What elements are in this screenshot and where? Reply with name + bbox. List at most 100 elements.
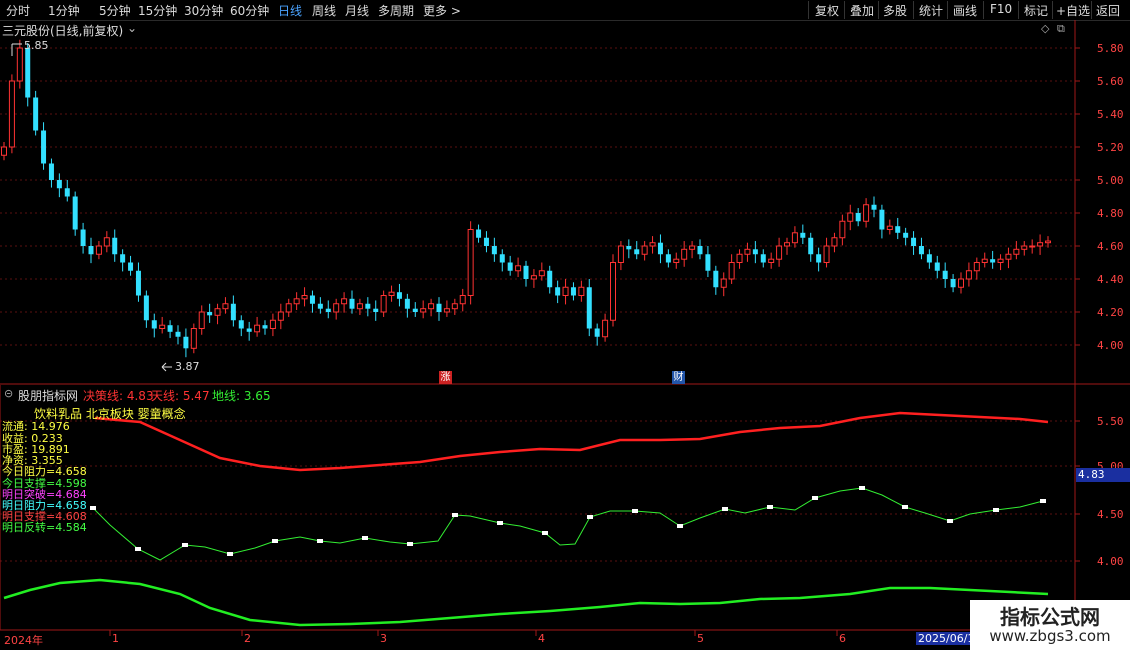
candle-body <box>610 262 616 321</box>
candle-body <box>317 303 323 309</box>
candle-body <box>871 204 877 210</box>
candle-body <box>198 311 205 329</box>
candle-body <box>491 246 497 255</box>
candle-body <box>396 292 402 299</box>
decision-marker <box>135 547 141 551</box>
decision-marker <box>542 531 548 535</box>
cursor-date-label: 2025/06/1 <box>916 632 977 645</box>
candle-body <box>459 295 466 305</box>
candle-body <box>990 259 996 263</box>
candle-body <box>768 258 775 264</box>
date-label: 2024年 <box>4 634 43 647</box>
current-value-marker: 4.83 <box>1076 468 1130 482</box>
candle-body <box>349 298 355 309</box>
candle-body <box>515 265 522 272</box>
candle-body <box>428 303 435 310</box>
candle-body <box>720 278 727 288</box>
indicator-title: 股朋指标网 <box>18 389 79 403</box>
candle-body <box>752 249 758 255</box>
candle-body <box>246 328 252 332</box>
sky-line-label: 天线: 5.47 <box>151 389 210 403</box>
indicator-series <box>3 411 1049 627</box>
collapse-icon[interactable]: ⊝ <box>4 387 13 400</box>
site-watermark: 指标公式网 www.zbgs3.com <box>970 600 1130 650</box>
y-tick: 5.80 <box>1097 42 1124 55</box>
date-label: 1 <box>112 632 119 645</box>
candle-body <box>388 291 395 297</box>
candle-body <box>641 245 648 255</box>
candle-body <box>736 253 743 263</box>
date-label: 3 <box>380 632 387 645</box>
candle-body <box>373 308 379 312</box>
candle-body <box>839 220 846 239</box>
candle-body <box>1045 240 1051 244</box>
candle-body <box>673 258 680 264</box>
candle-body <box>895 226 901 233</box>
candle-body <box>689 245 696 250</box>
candle-body <box>325 308 331 312</box>
candle-body <box>926 254 932 263</box>
decision-marker <box>407 542 413 546</box>
candle-body <box>167 325 173 332</box>
candle-body <box>879 209 885 230</box>
event-badge-cai[interactable]: 财 <box>672 371 685 384</box>
candle-body <box>713 270 719 288</box>
expand-icon[interactable]: ⧉ <box>1057 22 1065 36</box>
candle-body <box>1005 253 1012 260</box>
candle-body <box>222 303 229 310</box>
candle-body <box>586 287 592 329</box>
candle-body <box>190 328 197 349</box>
candle-body <box>934 262 940 271</box>
chevron-down-icon[interactable]: ⌄ <box>127 21 137 35</box>
y-tick: 4.60 <box>1097 240 1124 253</box>
candle-body <box>451 303 458 310</box>
decision-line <box>92 487 1044 561</box>
candle-body <box>555 287 561 296</box>
candle-body <box>214 308 221 316</box>
candle-body <box>816 254 822 263</box>
decision-line-label: 决策线: 4.83 <box>83 389 154 403</box>
candle-body <box>333 303 340 313</box>
candle-body <box>831 237 838 247</box>
candle-body <box>1 146 7 156</box>
y-tick: 4.80 <box>1097 207 1124 220</box>
candle-body <box>16 47 23 82</box>
candle-body <box>64 188 70 197</box>
candle-body <box>230 303 236 321</box>
candle-body <box>404 298 410 309</box>
decision-marker <box>362 536 368 540</box>
candle-body <box>436 303 442 312</box>
candle-body <box>1013 248 1020 255</box>
candle-body <box>547 270 553 288</box>
candle-body <box>159 324 166 330</box>
candle-body <box>135 270 141 296</box>
ground-line <box>3 578 1049 627</box>
candle-body <box>958 278 964 288</box>
decision-marker <box>1040 499 1046 503</box>
diamond-icon[interactable]: ◇ <box>1041 22 1049 35</box>
candle-body <box>143 295 149 321</box>
decision-marker <box>677 524 683 528</box>
date-label: 4 <box>538 632 545 645</box>
candle-body <box>918 246 924 255</box>
candle-body <box>183 336 189 349</box>
candle-body <box>602 319 609 338</box>
candle-body <box>1029 245 1036 248</box>
watermark-title: 指标公式网 <box>1000 605 1100 629</box>
candle-body <box>476 229 482 238</box>
candle-body <box>175 331 181 337</box>
candle-body <box>634 249 640 255</box>
decision-marker <box>902 505 908 509</box>
candle-body <box>293 298 300 305</box>
candle-body <box>499 254 505 263</box>
candle-body <box>1021 245 1028 250</box>
candle-body <box>80 229 86 246</box>
stock-title: 三元股份(日线,前复权) <box>2 24 124 38</box>
candle-body <box>151 320 157 329</box>
candle-body <box>530 275 537 280</box>
stat-tomorrow-reversal: 明日反转=4.584 <box>2 521 87 534</box>
chart-grid <box>0 47 1075 562</box>
candle-body <box>791 232 798 244</box>
date-label: 2 <box>244 632 251 645</box>
event-badge-zhang[interactable]: 涨 <box>439 371 452 384</box>
